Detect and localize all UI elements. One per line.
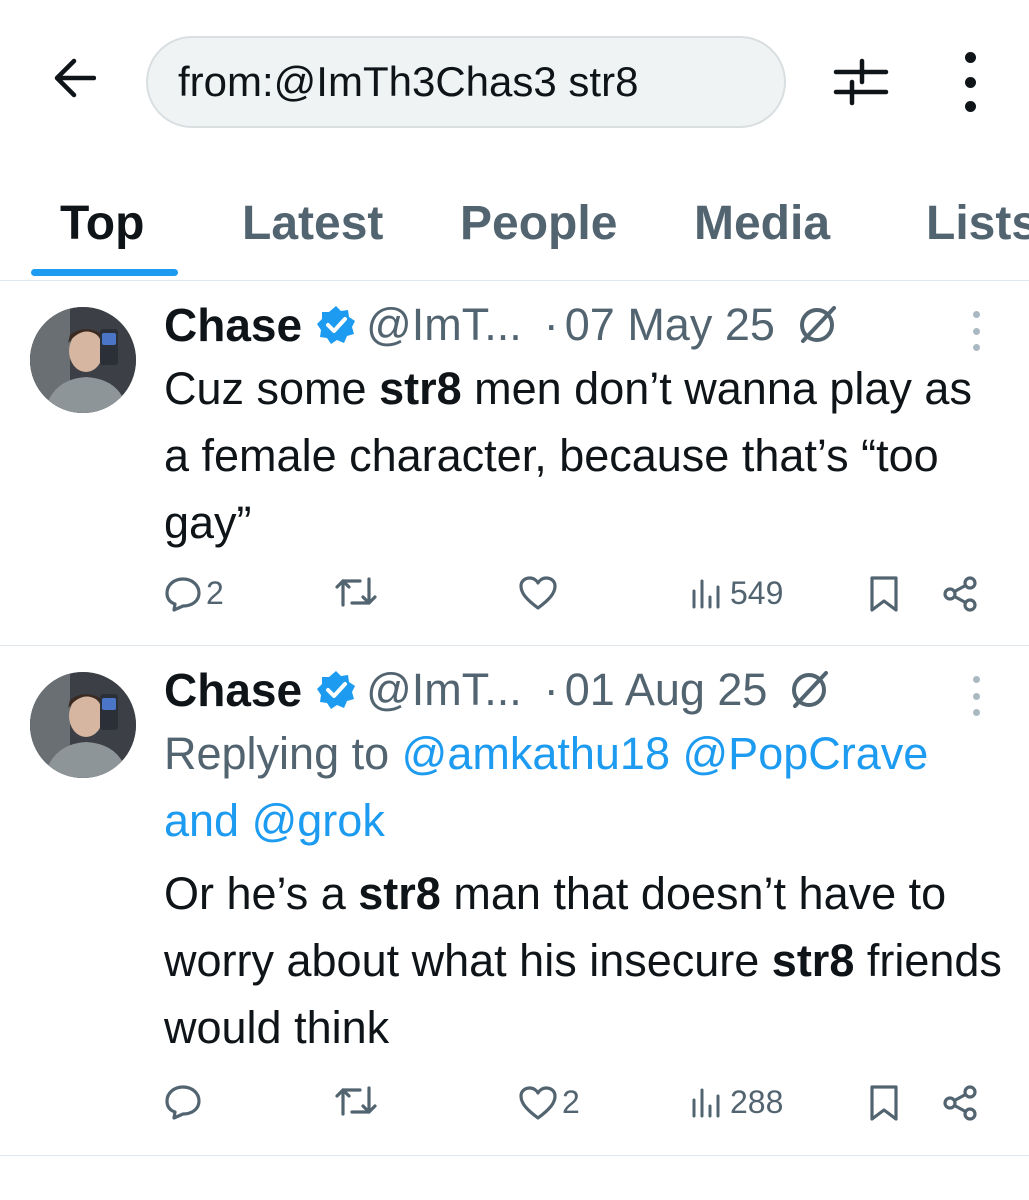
active-tab-indicator: [31, 269, 178, 276]
tab-lists[interactable]: Lists: [926, 196, 1029, 251]
tab-latest[interactable]: Latest: [242, 196, 383, 251]
search-box[interactable]: [146, 36, 786, 128]
search-input[interactable]: [178, 58, 758, 106]
author-handle[interactable]: @ImT...: [366, 299, 522, 351]
reply-button[interactable]: [164, 1084, 206, 1120]
verified-badge-icon: [317, 671, 356, 709]
reply-button[interactable]: 2: [164, 575, 224, 612]
like-icon: [519, 1085, 557, 1120]
like-button[interactable]: 2: [518, 1084, 580, 1121]
filter-icon: [833, 58, 889, 106]
tweet-more-button[interactable]: [968, 311, 984, 351]
reply-icon: [165, 1085, 201, 1120]
back-button[interactable]: [48, 52, 100, 104]
repost-icon: [335, 577, 377, 607]
tab-people[interactable]: People: [460, 196, 617, 251]
repost-button[interactable]: [334, 575, 382, 609]
tweet-header: Chase @ImT... · 01 Aug 25: [164, 660, 829, 720]
tab-media[interactable]: Media: [694, 196, 830, 251]
back-arrow-icon: [54, 58, 96, 98]
share-button[interactable]: [942, 1084, 980, 1122]
more-vertical-icon: [964, 52, 976, 63]
tweet-date[interactable]: 07 May 25: [565, 299, 775, 351]
highlighted-keyword: str8: [358, 868, 441, 919]
tweet[interactable]: Chase @ImT... · 07 May 25 Cuz some str8 …: [0, 281, 1029, 646]
reply-icon: [165, 576, 201, 612]
tweet-date[interactable]: 01 Aug 25: [565, 664, 768, 716]
header-separator: ·: [543, 299, 559, 350]
view-count: 549: [730, 575, 784, 611]
repost-button[interactable]: [334, 1084, 382, 1118]
tweet-more-button[interactable]: [968, 676, 984, 716]
like-count: 2: [562, 1084, 580, 1120]
bookmark-icon: [870, 1085, 898, 1121]
tweet[interactable]: Chase @ImT... · 01 Aug 25 Replying to @a…: [0, 646, 1029, 1156]
share-button[interactable]: [942, 575, 980, 613]
tweet-header: Chase @ImT... · 07 May 25: [164, 295, 837, 355]
bookmark-icon: [870, 576, 898, 612]
tweet-text: Or he’s a str8 man that doesn’t have to …: [164, 868, 1002, 1053]
replying-to: Replying to @amkathu18 @PopCrave and @gr…: [164, 728, 929, 846]
share-icon: [943, 576, 977, 612]
mention-link[interactable]: @grok: [252, 795, 385, 846]
avatar-photo: [30, 672, 136, 778]
tweet-text: Cuz some str8 men don’t wanna play as a …: [164, 363, 972, 548]
like-icon: [519, 576, 557, 610]
views-icon: [692, 579, 720, 608]
verified-badge-icon: [317, 306, 356, 344]
avatar[interactable]: [30, 307, 136, 413]
tweet-actions: 2 549: [0, 575, 1029, 625]
author-handle[interactable]: @ImT...: [366, 664, 522, 716]
mention-and[interactable]: and: [164, 795, 252, 846]
like-button[interactable]: [518, 575, 562, 611]
share-icon: [943, 1085, 977, 1121]
search-top-bar: [0, 0, 1029, 165]
muted-icon: [792, 671, 829, 708]
mention-link[interactable]: @amkathu18: [402, 728, 670, 779]
repost-icon: [335, 1086, 377, 1116]
mention-link[interactable]: @PopCrave: [683, 728, 929, 779]
reply-count: 2: [206, 575, 224, 611]
views-button[interactable]: 549: [690, 575, 783, 612]
author-name[interactable]: Chase: [164, 663, 302, 717]
bookmark-button[interactable]: [868, 575, 900, 613]
highlighted-keyword: str8: [771, 935, 855, 986]
highlighted-keyword: str8: [379, 363, 462, 414]
search-tabs: Top Latest People Media Lists: [0, 170, 1029, 281]
tweet-actions: 2 288: [0, 1084, 1029, 1134]
author-name[interactable]: Chase: [164, 298, 302, 352]
tab-top[interactable]: Top: [60, 196, 144, 251]
more-options-button[interactable]: [945, 52, 995, 112]
views-button[interactable]: 288: [690, 1084, 783, 1121]
avatar[interactable]: [30, 672, 136, 778]
avatar-photo: [30, 307, 136, 413]
search-filter-button[interactable]: [830, 56, 892, 108]
views-icon: [692, 1088, 720, 1117]
muted-icon: [799, 306, 836, 343]
header-separator: ·: [543, 664, 559, 715]
view-count: 288: [730, 1084, 784, 1120]
bookmark-button[interactable]: [868, 1084, 900, 1122]
